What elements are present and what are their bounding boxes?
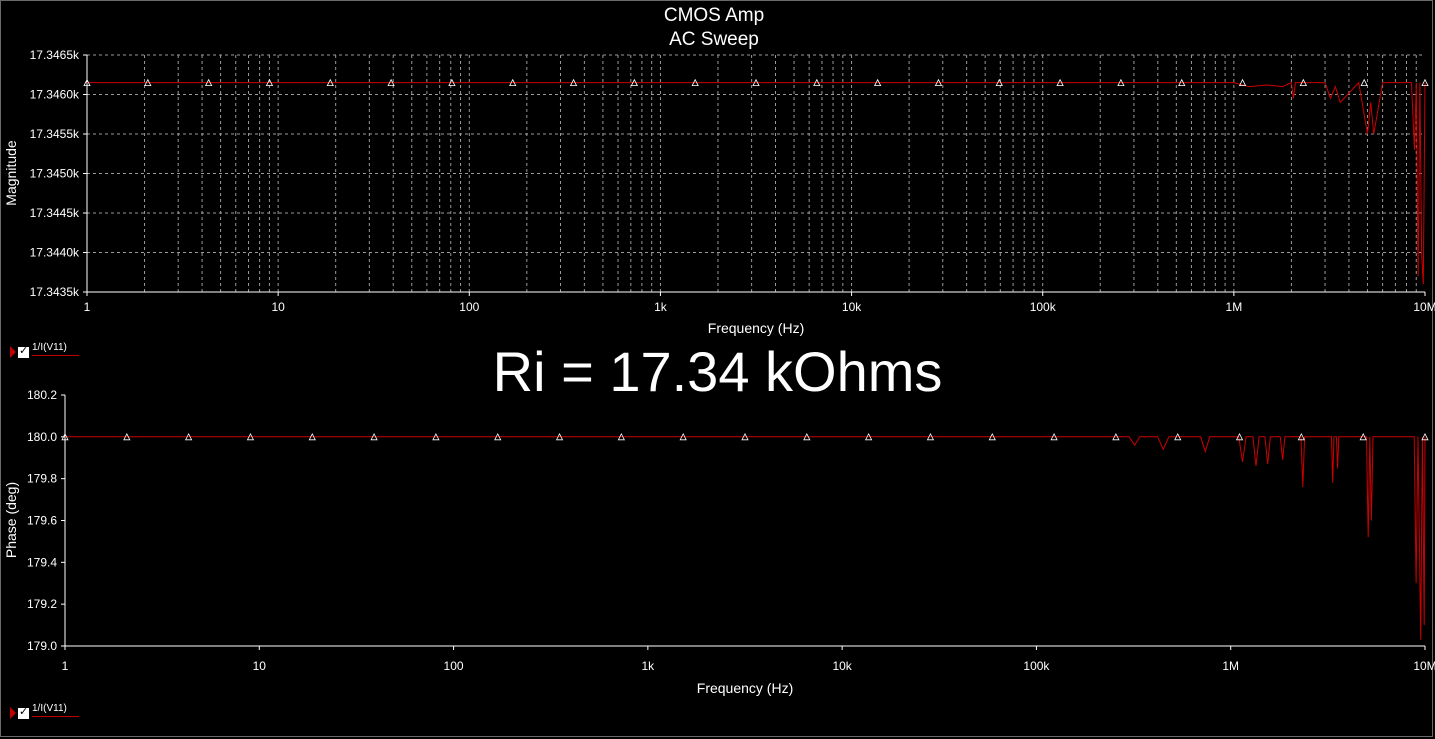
series-line (87, 81, 1426, 285)
x-tick-label: 1M (1222, 659, 1239, 673)
y-tick-label: 17.3445k (30, 206, 80, 220)
data-point-marker (1360, 78, 1368, 87)
y-axis-label: Magnitude (3, 140, 19, 206)
x-tick-label: 10 (253, 659, 267, 673)
y-tick-label: 179.2 (27, 597, 57, 611)
y-tick-label: 17.3440k (30, 246, 80, 260)
x-tick-label: 1M (1226, 300, 1243, 314)
x-tick-label: 10M (1413, 659, 1435, 673)
x-tick-label: 1 (84, 300, 91, 314)
y-tick-label: 17.3465k (30, 48, 80, 62)
y-tick-label: 180.0 (27, 430, 57, 444)
x-tick-label: 100 (444, 659, 464, 673)
y-tick-label: 179.8 (27, 472, 57, 486)
x-axis-label: Frequency (Hz) (708, 320, 804, 336)
y-tick-label: 17.3460k (30, 88, 80, 102)
y-tick-label: 179.4 (27, 555, 57, 569)
x-tick-label: 10 (271, 300, 285, 314)
x-tick-label: 1 (62, 659, 69, 673)
x-axis-label: Frequency (Hz) (697, 680, 793, 696)
x-tick-label: 100 (459, 300, 479, 314)
legend-bottom[interactable]: 1/I(V11) (10, 703, 79, 720)
series-line (65, 436, 1426, 640)
y-axis-label: Phase (deg) (3, 482, 19, 558)
x-tick-label: 10k (842, 300, 862, 314)
x-tick-label: 1k (642, 659, 656, 673)
y-tick-label: 179.6 (27, 514, 57, 528)
x-tick-label: 100k (1023, 659, 1050, 673)
x-tick-label: 10M (1413, 300, 1435, 314)
legend-checkbox[interactable] (18, 705, 29, 719)
x-tick-label: 1k (654, 300, 668, 314)
y-tick-label: 17.3450k (30, 167, 80, 181)
resistance-annotation: Ri = 17.34 kOhms (492, 340, 943, 403)
chart-2: 179.0179.2179.4179.6179.8180.0180.21 10 10… (3, 388, 1435, 696)
x-tick-label: 10k (832, 659, 852, 673)
legend-label: 1/I(V11) (32, 703, 79, 717)
y-tick-label: 17.3455k (30, 127, 80, 141)
x-tick-label: 100k (1030, 300, 1057, 314)
y-tick-label: 17.3435k (30, 285, 80, 299)
y-tick-label: 179.0 (27, 639, 57, 653)
legend-marker-icon (10, 707, 16, 719)
chart-1: 17.3435k 17.3440k 17.3445k 17.3450k 17.3455k… (3, 48, 1435, 336)
